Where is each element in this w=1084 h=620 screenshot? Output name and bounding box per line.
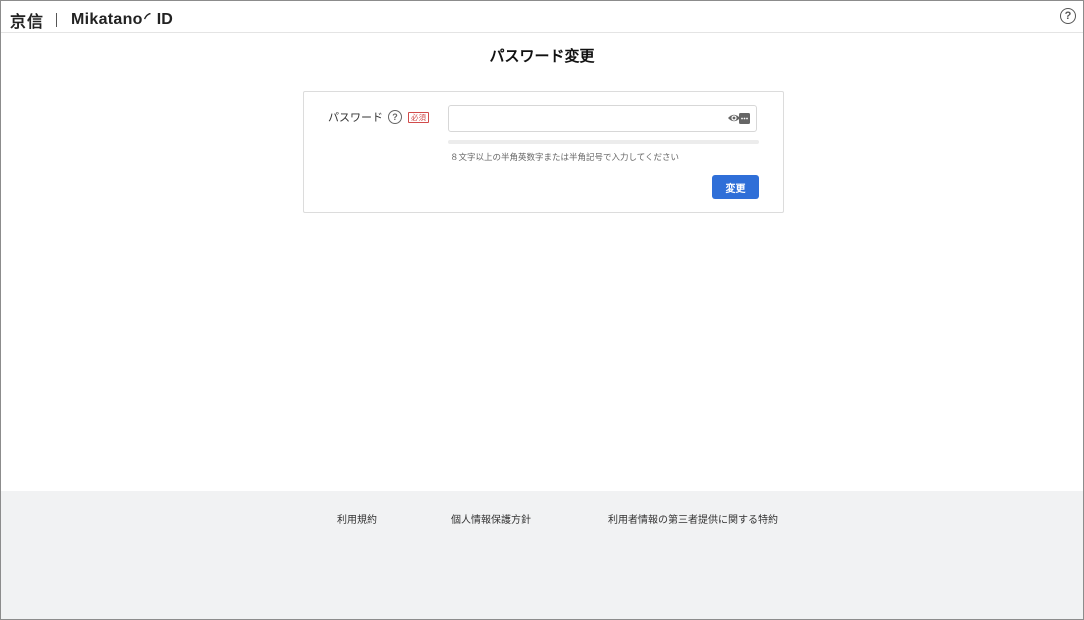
app-window: 京信 Mikatano ID ? パスワード変更 パスワード ? 必須 ８文字以…	[0, 0, 1084, 620]
password-form-card: パスワード ? 必須 ８文字以上の半角英数字または半角記号で入力してください 変…	[303, 91, 784, 213]
brand-logo: 京信 Mikatano ID	[10, 8, 173, 32]
top-bar: 京信 Mikatano ID ?	[1, 1, 1083, 33]
footer-link-third-party[interactable]: 利用者情報の第三者提供に関する特約	[608, 511, 778, 526]
password-field-label: パスワード ? 必須	[328, 109, 429, 125]
help-icon[interactable]: ?	[1060, 8, 1076, 24]
password-input[interactable]	[448, 105, 757, 132]
footer-link-terms[interactable]: 利用規約	[337, 511, 377, 526]
brand-product-name: Mikatano	[71, 11, 143, 28]
page-title: パスワード変更	[489, 47, 595, 65]
footer-link-privacy[interactable]: 個人情報保護方針	[451, 511, 531, 526]
brand-kyoshin: 京信	[10, 12, 45, 31]
brand-divider	[56, 13, 58, 27]
show-password-eye-icon[interactable]	[727, 111, 757, 127]
brand-id-text: ID	[156, 11, 173, 28]
password-strength-bar	[448, 140, 759, 144]
password-label-text: パスワード	[328, 111, 383, 124]
question-circle-icon[interactable]: ?	[388, 110, 402, 124]
change-password-button[interactable]: 変更	[712, 175, 759, 199]
brand-swoosh-icon	[143, 12, 151, 19]
footer: 利用規約 個人情報保護方針 利用者情報の第三者提供に関する特約	[1, 491, 1083, 619]
required-badge: 必須	[408, 111, 429, 123]
password-hint: ８文字以上の半角英数字または半角記号で入力してください	[450, 153, 679, 163]
